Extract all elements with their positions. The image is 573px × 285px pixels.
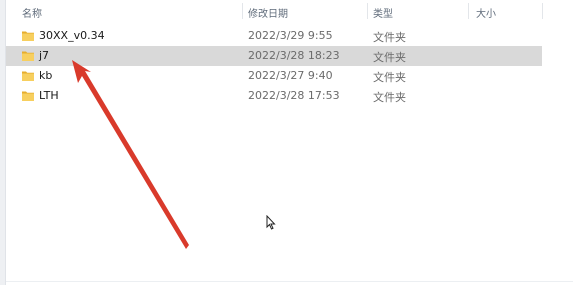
file-row[interactable]: kb 2022/3/27 9:40 文件夹 xyxy=(6,66,542,86)
file-date: 2022/3/27 9:40 xyxy=(248,69,333,82)
file-date: 2022/3/28 17:53 xyxy=(248,89,340,102)
file-type: 文件夹 xyxy=(373,51,406,64)
file-type: 文件夹 xyxy=(373,91,406,104)
file-name: kb xyxy=(39,69,53,82)
column-separator[interactable] xyxy=(542,3,543,19)
column-header-date[interactable]: 修改日期 xyxy=(248,5,288,20)
folder-icon xyxy=(22,71,34,81)
column-header-bar: 名称 修改日期 类型 大小 xyxy=(6,0,573,22)
column-separator[interactable] xyxy=(367,3,368,19)
folder-icon xyxy=(22,31,34,41)
mouse-pointer-icon xyxy=(266,215,276,230)
column-separator[interactable] xyxy=(242,3,243,19)
file-type: 文件夹 xyxy=(373,71,406,84)
file-date: 2022/3/29 9:55 xyxy=(248,29,333,42)
file-row-selected[interactable]: j7 2022/3/28 18:23 文件夹 xyxy=(6,46,542,66)
file-type: 文件夹 xyxy=(373,31,406,44)
column-header-name[interactable]: 名称 xyxy=(22,5,42,20)
file-name: j7 xyxy=(39,49,50,62)
file-name: LTH xyxy=(39,89,59,102)
file-row[interactable]: 30XX_v0.34 2022/3/29 9:55 文件夹 xyxy=(6,26,542,46)
folder-icon xyxy=(22,51,34,61)
bottom-divider xyxy=(6,281,573,282)
folder-icon xyxy=(22,91,34,101)
file-date: 2022/3/28 18:23 xyxy=(248,49,340,62)
column-header-size[interactable]: 大小 xyxy=(476,5,496,20)
column-header-type[interactable]: 类型 xyxy=(373,5,393,20)
file-row[interactable]: LTH 2022/3/28 17:53 文件夹 xyxy=(6,86,542,106)
column-separator[interactable] xyxy=(468,3,469,19)
file-list: 30XX_v0.34 2022/3/29 9:55 文件夹 j7 2022/3/… xyxy=(6,26,542,106)
file-name: 30XX_v0.34 xyxy=(39,29,105,42)
